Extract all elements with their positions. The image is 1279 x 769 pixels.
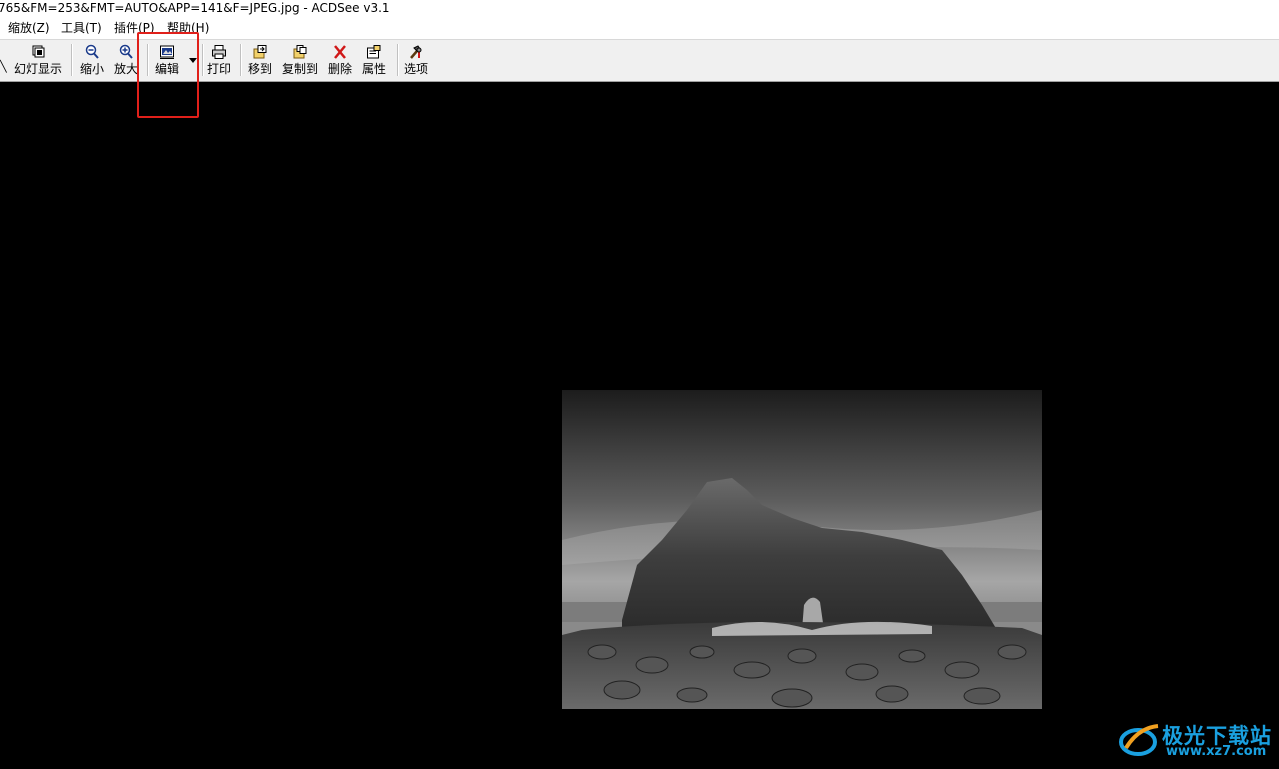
move-to-button[interactable]: 移到 (248, 43, 272, 79)
print-icon (212, 45, 226, 59)
toolbar-separator (397, 44, 399, 76)
watermark-logo: 极光下载站 www.xz7.com (1118, 718, 1274, 762)
slideshow-icon (32, 45, 45, 58)
acdsee-window: 765&FM=253&FMT=AUTO&APP=141&F=JPEG.jpg -… (0, 0, 1279, 769)
aurora-logo-icon (1119, 724, 1159, 756)
toolbar-separator (71, 44, 73, 76)
zoom-in-button[interactable]: 放大 (114, 43, 138, 79)
zoom-out-label: 缩小 (80, 62, 105, 76)
delete-icon (334, 45, 346, 59)
copy-to-icon (293, 45, 307, 59)
properties-label: 属性 (362, 62, 387, 76)
print-label: 打印 (207, 62, 232, 76)
toolbar-separator (202, 44, 204, 76)
toolbar-chevron-icon[interactable]: ╲ (0, 60, 7, 73)
menu-tools[interactable]: 工具(T) (61, 18, 102, 39)
zoom-in-label: 放大 (114, 62, 139, 76)
delete-label: 删除 (328, 62, 353, 76)
copy-to-label: 复制到 (282, 62, 319, 76)
slideshow-label: 幻灯显示 (14, 62, 63, 76)
zoom-in-icon (119, 44, 133, 59)
title-bar: 765&FM=253&FMT=AUTO&APP=141&F=JPEG.jpg -… (0, 0, 1279, 18)
viewer-image (562, 390, 1042, 709)
window-title: 765&FM=253&FMT=AUTO&APP=141&F=JPEG.jpg -… (0, 1, 390, 15)
move-to-icon (253, 45, 267, 59)
rock-arch-photo (562, 390, 1042, 709)
edit-highlight-box (137, 32, 199, 118)
move-to-label: 移到 (248, 62, 273, 76)
toolbar-separator (240, 44, 242, 76)
properties-button[interactable]: 属性 (362, 43, 386, 79)
zoom-out-icon (85, 44, 99, 59)
properties-icon (367, 45, 381, 59)
options-label: 选项 (404, 62, 429, 76)
menu-zoom[interactable]: 缩放(Z) (8, 18, 50, 39)
print-button[interactable]: 打印 (207, 43, 231, 79)
options-button[interactable]: 选项 (404, 43, 428, 79)
watermark-url: www.xz7.com (1166, 744, 1267, 759)
copy-to-button[interactable]: 复制到 (282, 43, 318, 79)
options-icon (410, 45, 422, 59)
delete-button[interactable]: 删除 (328, 43, 352, 79)
slideshow-button[interactable]: 幻灯显示 (14, 43, 62, 79)
zoom-out-button[interactable]: 缩小 (80, 43, 104, 79)
